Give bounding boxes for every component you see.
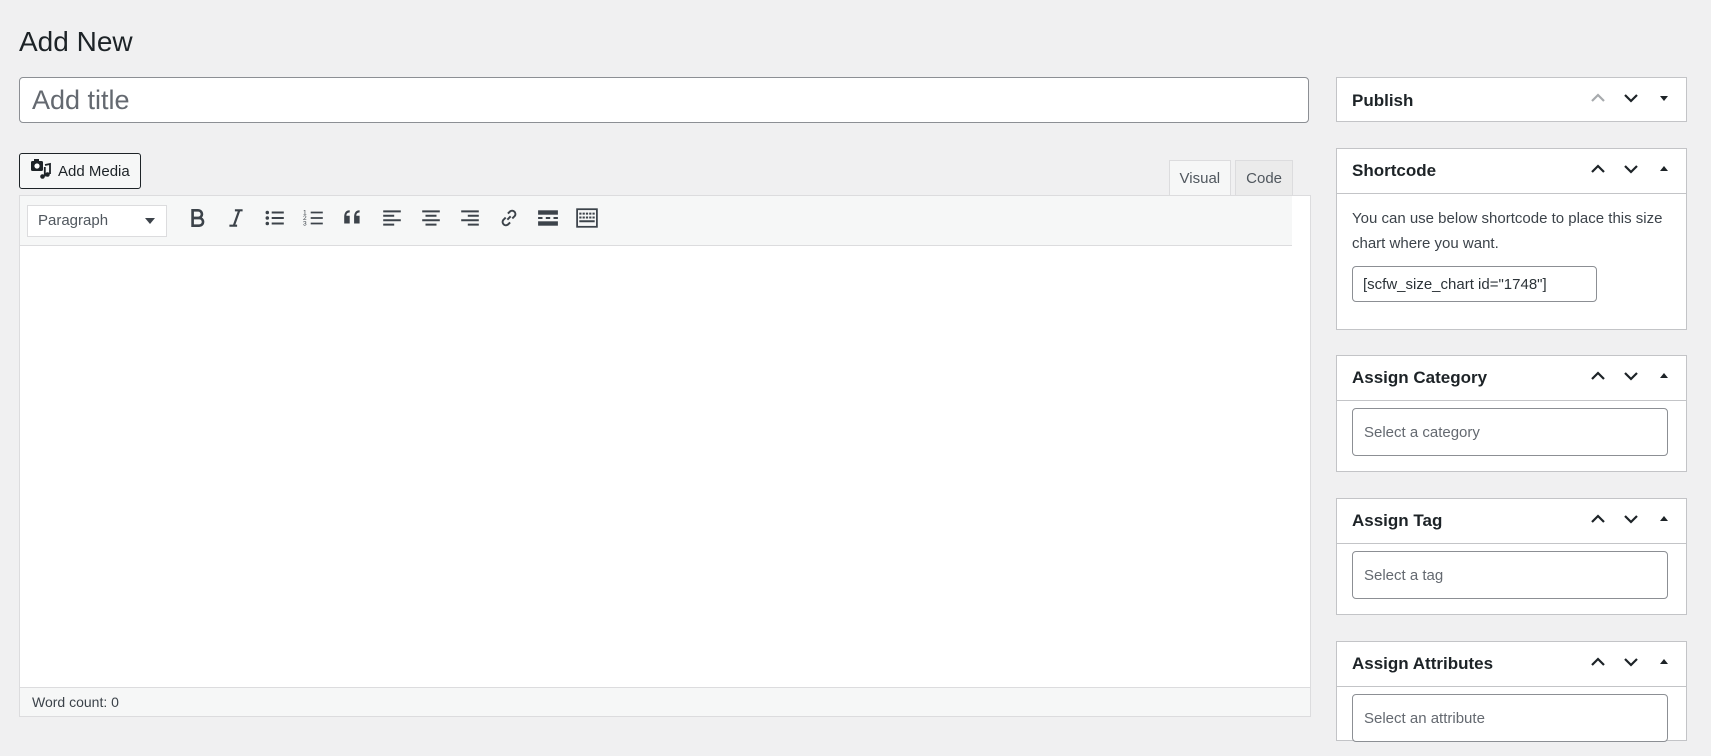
italic-icon <box>225 207 247 234</box>
assign-category-title: Assign Category <box>1352 368 1488 387</box>
chevron-up-icon <box>1589 510 1607 533</box>
editor-content[interactable] <box>20 246 1310 686</box>
move-up-button[interactable] <box>1581 83 1614 119</box>
assign-attributes-box: Assign Attributes Select an attribute <box>1336 641 1687 742</box>
tag-select-placeholder: Select a tag <box>1364 566 1444 584</box>
tag-select[interactable]: Select a tag <box>1352 551 1668 599</box>
svg-text:3: 3 <box>303 221 307 228</box>
assign-tag-box: Assign Tag Select a tag <box>1336 498 1687 615</box>
format-select[interactable]: Paragraph <box>27 204 167 237</box>
shortcode-box-body: You can use below shortcode to place thi… <box>1337 194 1686 316</box>
chevron-up-icon <box>1589 89 1607 112</box>
move-down-button[interactable] <box>1614 646 1647 682</box>
editor-tabs: Visual Code <box>1168 160 1293 196</box>
chevron-up-icon <box>1589 367 1607 390</box>
chevron-down-icon <box>1622 653 1640 676</box>
shortcode-input[interactable] <box>1352 266 1597 302</box>
page-title: Add New <box>19 26 133 57</box>
assign-category-box: Assign Category Select a category <box>1336 355 1687 472</box>
tab-visual[interactable]: Visual <box>1168 160 1232 196</box>
shortcode-box-title: Shortcode <box>1352 161 1437 180</box>
toggle-panel-button[interactable] <box>1647 153 1680 189</box>
category-select[interactable]: Select a category <box>1352 408 1668 456</box>
shortcode-description: You can use below shortcode to place thi… <box>1352 210 1663 252</box>
align-center-icon <box>420 207 442 234</box>
editor-area: Add Media Visual Code Paragraph 123 Word… <box>19 130 1311 720</box>
align-right-icon <box>459 207 481 234</box>
blockquote-icon <box>342 207 364 234</box>
read-more-button[interactable] <box>528 204 567 238</box>
editor-box: Paragraph 123 Word count: 0 <box>19 195 1311 717</box>
numbered-list-icon: 123 <box>303 207 325 234</box>
bold-button[interactable] <box>177 204 216 238</box>
toggle-panel-button[interactable] <box>1647 360 1680 396</box>
chevron-down-icon <box>1622 510 1640 533</box>
caret-up-icon <box>1655 510 1673 533</box>
assign-attributes-body: Select an attribute <box>1337 687 1686 756</box>
move-up-button[interactable] <box>1581 360 1614 396</box>
align-left-icon <box>381 207 403 234</box>
numbered-list-button[interactable]: 123 <box>294 204 333 238</box>
add-media-label: Add Media <box>58 162 130 180</box>
publish-box-title: Publish <box>1352 90 1414 110</box>
caret-down-icon <box>1655 89 1673 112</box>
chevron-down-icon <box>1622 367 1640 390</box>
italic-button[interactable] <box>216 204 255 238</box>
chevron-down-icon <box>1622 89 1640 112</box>
caret-up-icon <box>1655 160 1673 183</box>
align-left-button[interactable] <box>372 204 411 238</box>
toggle-panel-button[interactable] <box>1647 503 1680 539</box>
publish-box: Publish <box>1336 77 1687 122</box>
toolbar-toggle-button[interactable] <box>567 204 606 238</box>
bullet-list-button[interactable] <box>255 204 294 238</box>
assign-category-box-header[interactable]: Assign Category <box>1337 356 1686 401</box>
toggle-panel-button[interactable] <box>1647 83 1680 119</box>
move-up-button[interactable] <box>1581 503 1614 539</box>
read-more-icon <box>537 207 559 234</box>
move-down-button[interactable] <box>1614 83 1647 119</box>
assign-tag-box-header[interactable]: Assign Tag <box>1337 499 1686 544</box>
attribute-select-placeholder: Select an attribute <box>1364 709 1485 727</box>
attribute-select[interactable]: Select an attribute <box>1352 694 1668 742</box>
category-select-placeholder: Select a category <box>1364 423 1480 441</box>
word-count: Word count: 0 <box>32 694 119 710</box>
toolbar-toggle-icon <box>575 207 598 234</box>
add-media-button[interactable]: Add Media <box>19 153 141 189</box>
post-title-input[interactable] <box>19 77 1309 123</box>
format-select-value: Paragraph <box>38 212 109 229</box>
status-bar: Word count: 0 <box>20 687 1310 716</box>
blockquote-button[interactable] <box>333 204 372 238</box>
chevron-up-icon <box>1589 653 1607 676</box>
caret-down-icon <box>144 212 156 229</box>
chevron-up-icon <box>1589 160 1607 183</box>
move-down-button[interactable] <box>1614 503 1647 539</box>
link-button[interactable] <box>489 204 528 238</box>
move-up-button[interactable] <box>1581 646 1614 682</box>
move-down-button[interactable] <box>1614 360 1647 396</box>
assign-tag-title: Assign Tag <box>1352 511 1443 530</box>
move-up-button[interactable] <box>1581 153 1614 189</box>
assign-category-body: Select a category <box>1337 401 1686 470</box>
shortcode-box: Shortcode You can use below shortcode to… <box>1336 148 1687 330</box>
assign-attributes-box-header[interactable]: Assign Attributes <box>1337 642 1686 687</box>
align-center-button[interactable] <box>411 204 450 238</box>
shortcode-box-header[interactable]: Shortcode <box>1337 149 1686 194</box>
tab-code[interactable]: Code <box>1235 160 1293 195</box>
caret-up-icon <box>1655 653 1673 676</box>
bold-icon <box>186 207 208 234</box>
caret-up-icon <box>1655 367 1673 390</box>
assign-attributes-title: Assign Attributes <box>1352 654 1494 673</box>
media-icon <box>30 158 52 184</box>
move-down-button[interactable] <box>1614 153 1647 189</box>
editor-toolbar: Paragraph 123 <box>20 196 1292 246</box>
toggle-panel-button[interactable] <box>1647 646 1680 682</box>
chevron-down-icon <box>1622 160 1640 183</box>
publish-box-header[interactable]: Publish <box>1337 78 1686 123</box>
align-right-button[interactable] <box>450 204 489 238</box>
assign-tag-body: Select a tag <box>1337 544 1686 613</box>
bullet-list-icon <box>264 207 286 234</box>
link-icon <box>498 207 520 234</box>
